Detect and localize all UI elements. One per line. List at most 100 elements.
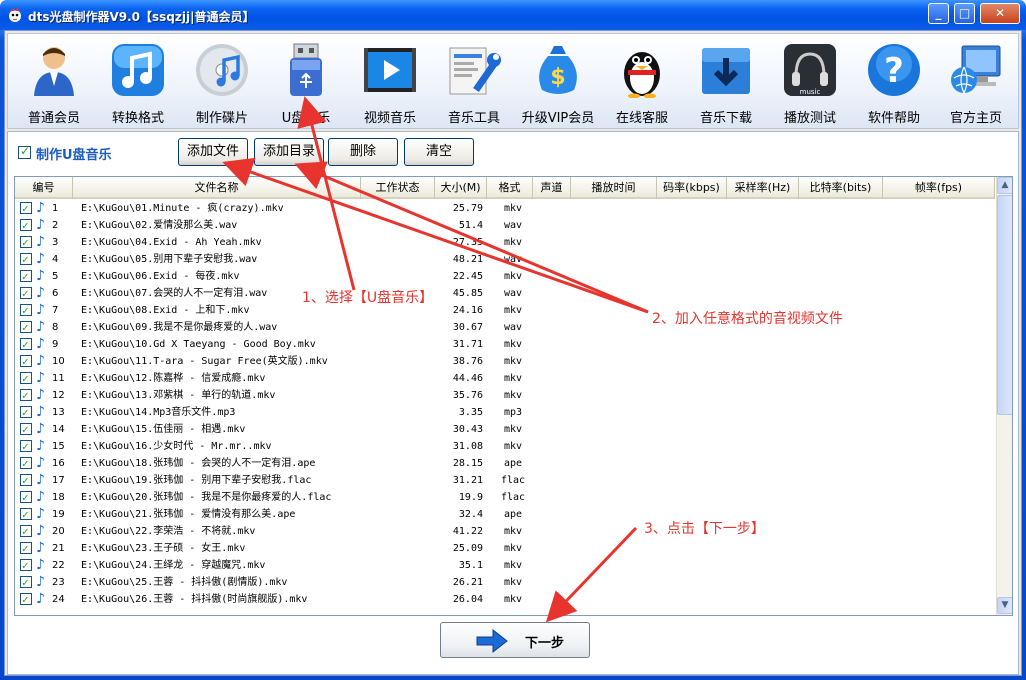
col-format[interactable]: 格式 xyxy=(487,177,533,199)
music-file-icon: ♪ xyxy=(36,336,45,352)
row-checkbox[interactable] xyxy=(20,336,32,353)
minimize-button[interactable]: _ xyxy=(928,3,949,24)
row-checkbox[interactable] xyxy=(20,302,32,319)
row-number: 3 xyxy=(52,237,59,248)
title-bar[interactable]: dts光盘制作器V9.0【ssqzjj|普通会员】 _ □ ✕ xyxy=(0,0,1026,30)
row-checkbox[interactable] xyxy=(20,370,32,387)
close-button[interactable]: ✕ xyxy=(980,3,1020,24)
penguin-icon xyxy=(624,52,660,99)
table-row[interactable]: ♪ 2 E:\KuGou\02.爱情没那么美.wav 51.4 wav xyxy=(15,217,995,234)
table-row[interactable]: ♪ 6 E:\KuGou\07.会哭的人不一定有泪.wav 45.85 wav xyxy=(15,285,995,302)
table-row[interactable]: ♪ 9 E:\KuGou\10.Gd X Taeyang - Good Boy.mk… xyxy=(15,336,995,353)
table-row[interactable]: ♪ 10 E:\KuGou\11.T-ara - Sugar Free(英文版).m… xyxy=(15,353,995,370)
row-checkbox[interactable] xyxy=(20,421,32,438)
toolbar-member[interactable]: 普通会员 xyxy=(12,40,96,128)
table-row[interactable]: ♪ 13 E:\KuGou\14.Mp3音乐文件.mp3 3.35 mp3 xyxy=(15,404,995,421)
row-checkbox[interactable] xyxy=(20,217,32,234)
col-framerate[interactable]: 帧率(fps) xyxy=(883,177,995,199)
table-row[interactable]: ♪ 20 E:\KuGou\22.李荣浩 - 不将就.mkv 41.22 mkv xyxy=(15,523,995,540)
scroll-up-button[interactable]: ▲ xyxy=(997,177,1012,194)
row-checkbox[interactable] xyxy=(20,540,32,557)
table-row[interactable]: ♪ 15 E:\KuGou\16.少女时代 - Mr.mr..mkv 31.08 mkv xyxy=(15,438,995,455)
table-row[interactable]: ♪ 19 E:\KuGou\21.张玮伽 - 爱情没有那么美.ape 32.4 ape xyxy=(15,506,995,523)
toolbar-convert-format[interactable]: 转换格式 xyxy=(96,40,180,128)
toolbar-upgrade-vip[interactable]: $ 升级VIP会员 xyxy=(516,40,600,128)
annotation-step1: 1、选择【U盘音乐】 xyxy=(302,290,434,306)
table-row[interactable]: ♪ 1 E:\KuGou\01.Minute - 疯(crazy).mkv 25.79… xyxy=(15,200,995,217)
row-checkbox[interactable] xyxy=(20,200,32,217)
table-row[interactable]: ♪ 12 E:\KuGou\13.邓紫棋 - 单行的轨道.mkv 35.76 mkv xyxy=(15,387,995,404)
toolbar-play-test[interactable]: music 播放测试 xyxy=(768,40,852,128)
make-usb-checkbox[interactable] xyxy=(18,144,31,159)
table-row[interactable]: ♪ 18 E:\KuGou\20.张玮伽 - 我是不是你最疼爱的人.flac 19.9… xyxy=(15,489,995,506)
table-row[interactable]: ♪ 23 E:\KuGou\25.王蓉 - 抖抖傲(剧情版).mkv 26.21 mkv xyxy=(15,574,995,591)
table-row[interactable]: ♪ 24 E:\KuGou\26.王蓉 - 抖抖傲(时尚旗舰版).mkv 26.04 m… xyxy=(15,591,995,608)
delete-button[interactable]: 删除 xyxy=(328,138,398,166)
col-bitrate[interactable]: 码率(kbps) xyxy=(657,177,727,199)
toolbar-usb-music[interactable]: U盘音乐 xyxy=(264,40,348,128)
row-checkbox[interactable] xyxy=(20,404,32,421)
table-row[interactable]: ♪ 22 E:\KuGou\24.王绎龙 - 穿越魔咒.mkv 35.1 mkv xyxy=(15,557,995,574)
toolbar-music-tools[interactable]: 音乐工具 xyxy=(432,40,516,128)
row-checkbox[interactable] xyxy=(20,251,32,268)
table-row[interactable]: ♪ 14 E:\KuGou\15.伍佳丽 - 相遇.mkv 30.43 mkv xyxy=(15,421,995,438)
add-directory-button[interactable]: 添加目录 xyxy=(254,138,324,166)
table-row[interactable]: ♪ 7 E:\KuGou\08.Exid - 上和下.mkv 24.16 mkv xyxy=(15,302,995,319)
row-number: 23 xyxy=(52,577,65,588)
row-checkbox[interactable] xyxy=(20,285,32,302)
make-usb-label[interactable]: 制作U盘音乐 xyxy=(36,144,112,163)
row-checkbox[interactable] xyxy=(20,489,32,506)
toolbar-homepage[interactable]: 官方主页 xyxy=(934,40,1018,128)
row-checkbox[interactable] xyxy=(20,268,32,285)
row-checkbox[interactable] xyxy=(20,438,32,455)
col-filename[interactable]: 文件名称 xyxy=(73,177,361,199)
maximize-button[interactable]: □ xyxy=(954,3,975,24)
table-row[interactable]: ♪ 16 E:\KuGou\18.张玮伽 - 会哭的人不一定有泪.ape 28.15 a… xyxy=(15,455,995,472)
row-size: 31.71 xyxy=(452,339,483,350)
vertical-scrollbar[interactable]: ▲ ▼ xyxy=(996,177,1012,615)
toolbar-music-download[interactable]: 音乐下载 xyxy=(684,40,768,128)
table-row[interactable]: ♪ 4 E:\KuGou\05.别用下辈子安慰我.wav 48.21 wav xyxy=(15,251,995,268)
row-checkbox[interactable] xyxy=(20,506,32,523)
toolbar-online-service[interactable]: 在线客服 xyxy=(600,40,684,128)
row-checkbox[interactable] xyxy=(20,455,32,472)
row-checkbox[interactable] xyxy=(20,591,32,608)
row-checkbox[interactable] xyxy=(20,353,32,370)
row-number: 21 xyxy=(52,543,65,554)
col-duration[interactable]: 播放时间 xyxy=(571,177,657,199)
col-samplerate[interactable]: 采样率(Hz) xyxy=(727,177,799,199)
table-row[interactable]: ♪ 17 E:\KuGou\19.张玮伽 - 别用下辈子安慰我.flac 31.21 f… xyxy=(15,472,995,489)
col-size[interactable]: 大小(M) xyxy=(435,177,487,199)
row-checkbox[interactable] xyxy=(20,574,32,591)
col-status[interactable]: 工作状态 xyxy=(361,177,435,199)
row-number: 18 xyxy=(52,492,65,503)
table-row[interactable]: ♪ 21 E:\KuGou\23.王子硕 - 女王.mkv 25.09 mkv xyxy=(15,540,995,557)
row-checkbox[interactable] xyxy=(20,523,32,540)
table-row[interactable]: ♪ 5 E:\KuGou\06.Exid - 每夜.mkv 22.45 mkv xyxy=(15,268,995,285)
row-checkbox[interactable] xyxy=(20,557,32,574)
table-row[interactable]: ♪ 3 E:\KuGou\04.Exid - Ah Yeah.mkv 27.35 mkv xyxy=(15,234,995,251)
row-checkbox[interactable] xyxy=(20,234,32,251)
row-checkbox[interactable] xyxy=(20,387,32,404)
col-bitdepth[interactable]: 比特率(bits) xyxy=(799,177,883,199)
row-filename: E:\KuGou\07.会哭的人不一定有泪.wav xyxy=(81,288,268,299)
scroll-thumb[interactable] xyxy=(997,195,1012,415)
row-number: 12 xyxy=(52,390,65,401)
toolbar-label: 官方主页 xyxy=(949,111,1002,126)
app-window: dts光盘制作器V9.0【ssqzjj|普通会员】 _ □ ✕ 普通会员 转换格… xyxy=(0,0,1026,680)
clear-button[interactable]: 清空 xyxy=(404,138,474,166)
toolbar-burn-disc[interactable]: 制作碟片 xyxy=(180,40,264,128)
col-channels[interactable]: 声道 xyxy=(533,177,571,199)
col-number[interactable]: 编号 xyxy=(15,177,73,199)
file-list[interactable]: 编号 文件名称 工作状态 大小(M) 格式 声道 播放时间 码率(kbps) 采… xyxy=(14,176,1013,616)
toolbar-video-music[interactable]: 视频音乐 xyxy=(348,40,432,128)
table-row[interactable]: ♪ 11 E:\KuGou\12.陈嘉桦 - 信爱成瘾.mkv 44.46 mkv xyxy=(15,370,995,387)
scroll-down-button[interactable]: ▼ xyxy=(997,597,1012,614)
table-row[interactable]: ♪ 8 E:\KuGou\09.我是不是你最疼爱的人.wav 30.67 wav xyxy=(15,319,995,336)
row-number: 5 xyxy=(52,271,59,282)
add-file-button[interactable]: 添加文件 xyxy=(178,138,248,166)
row-checkbox[interactable] xyxy=(20,319,32,336)
next-step-button[interactable]: 下一步 xyxy=(440,622,590,658)
row-checkbox[interactable] xyxy=(20,472,32,489)
toolbar-help[interactable]: ? 软件帮助 xyxy=(852,40,936,128)
